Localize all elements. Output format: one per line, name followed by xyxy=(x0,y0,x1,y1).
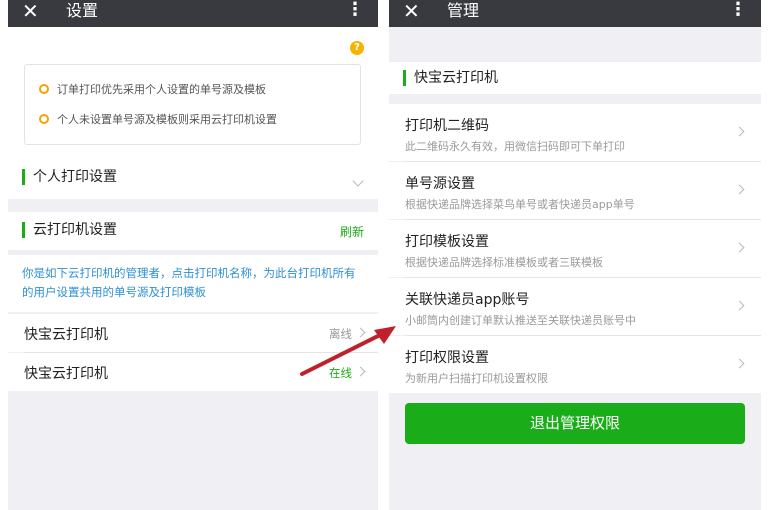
chevron-down-icon xyxy=(352,175,364,187)
menu-item-subtitle: 此二维码永久有效，用微信扫码即可下单打印 xyxy=(405,140,625,153)
menu-item-printer-qrcode[interactable]: 打印机二维码 此二维码永久有效，用微信扫码即可下单打印 xyxy=(389,104,761,161)
menu-item-print-permission[interactable]: 打印权限设置 为新用户扫描打印机设置权限 xyxy=(389,336,761,393)
close-icon[interactable]: ✕ xyxy=(22,0,39,27)
chevron-right-icon xyxy=(734,126,745,137)
notice-item: 订单打印优先采用个人设置的单号源及模板 xyxy=(39,81,266,97)
help-icon[interactable]: ? xyxy=(350,41,364,55)
section-title: 个人打印设置 xyxy=(22,169,117,185)
notice-box: 订单打印优先采用个人设置的单号源及模板 个人未设置单号源及模板则采用云打印机设置 xyxy=(24,64,361,145)
menu-item-tracking-source[interactable]: 单号源设置 根据快递品牌选择菜鸟单号或者快递员app单号 xyxy=(389,162,761,219)
admin-note: 你是如下云打印机的管理者，点击打印机名称，为此台打印机所有的用户设置共用的单号源… xyxy=(8,255,378,312)
menu-item-subtitle: 根据快递品牌选择标准模板或者三联模板 xyxy=(405,256,603,269)
more-vertical-icon[interactable]: ⋮ xyxy=(729,0,747,27)
printer-name: 快宝云打印机 xyxy=(24,366,108,382)
chevron-right-icon xyxy=(734,184,745,195)
menu-item-subtitle: 为新用户扫描打印机设置权限 xyxy=(405,372,548,385)
menu-item-title: 打印模板设置 xyxy=(405,234,489,250)
section-title: 快宝云打印机 xyxy=(403,70,498,86)
printer-name: 快宝云打印机 xyxy=(24,327,108,343)
cloud-printer-settings-row: 云打印机设置 刷新 xyxy=(8,212,378,250)
section-title: 云打印机设置 xyxy=(22,222,117,238)
admin-note-text: 你是如下云打印机的管理者，点击打印机名称，为此台打印机所有的用户设置共用的单号源… xyxy=(22,266,356,299)
notice-item: 个人未设置单号源及模板则采用云打印机设置 xyxy=(39,111,277,127)
more-vertical-icon[interactable]: ⋮ xyxy=(346,0,364,27)
printer-section-header: 快宝云打印机 xyxy=(389,62,761,94)
chevron-right-icon xyxy=(734,300,745,311)
menu-item-link-courier-account[interactable]: 关联快递员app账号 小邮筒内创建订单默认推送至关联快递员账号中 xyxy=(389,278,761,335)
menu-item-title: 单号源设置 xyxy=(405,176,475,192)
chevron-right-icon xyxy=(734,242,745,253)
manage-screen: ✕ 管理 ⋮ 快宝云打印机 打印机二维码 此二维码永久有效，用微信扫码即可下单打… xyxy=(389,0,761,510)
personal-print-settings-row[interactable]: 个人打印设置 xyxy=(8,161,378,199)
menu-item-subtitle: 根据快递品牌选择菜鸟单号或者快递员app单号 xyxy=(405,198,635,211)
menu-item-print-template[interactable]: 打印模板设置 根据快递品牌选择标准模板或者三联模板 xyxy=(389,220,761,277)
menu-item-title: 打印机二维码 xyxy=(405,118,489,134)
settings-screen: ✕ 设置 ⋮ ? 订单打印优先采用个人设置的单号源及模板 个人未设置单号源及模板… xyxy=(8,0,378,510)
exit-admin-button[interactable]: 退出管理权限 xyxy=(405,403,745,444)
top-bar: ✕ 管理 ⋮ xyxy=(389,0,761,27)
red-arrow-icon xyxy=(300,326,396,376)
circle-bullet-icon xyxy=(39,114,49,124)
refresh-link[interactable]: 刷新 xyxy=(340,223,364,240)
menu-item-title: 打印权限设置 xyxy=(405,350,489,366)
chevron-right-icon xyxy=(734,358,745,369)
menu-item-subtitle: 小邮筒内创建订单默认推送至关联快递员账号中 xyxy=(405,314,636,327)
menu-item-title: 关联快递员app账号 xyxy=(405,292,530,308)
close-icon[interactable]: ✕ xyxy=(403,0,420,27)
top-bar: ✕ 设置 ⋮ xyxy=(8,0,378,27)
page-title: 管理 xyxy=(447,1,480,20)
notice-area: ? 订单打印优先采用个人设置的单号源及模板 个人未设置单号源及模板则采用云打印机… xyxy=(8,27,378,161)
circle-bullet-icon xyxy=(39,84,49,94)
page-title: 设置 xyxy=(66,1,99,20)
